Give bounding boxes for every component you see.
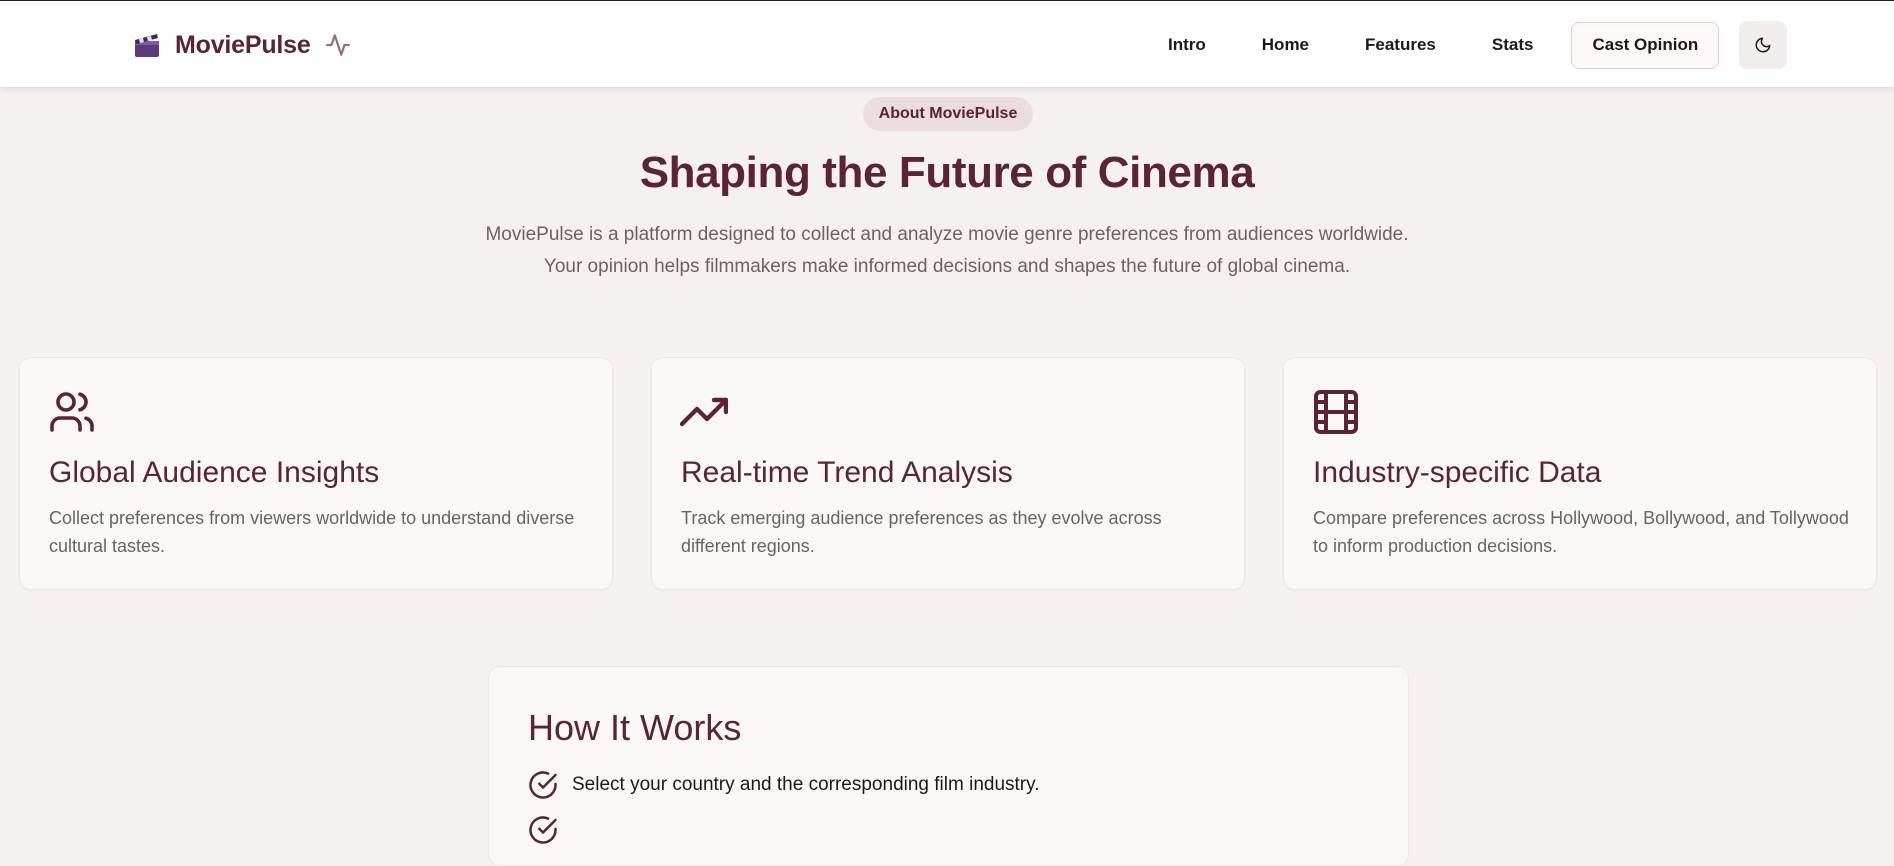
main-nav: Intro Home Features Stats Cast Opinion — [1140, 21, 1788, 69]
moon-icon — [1755, 37, 1771, 53]
feature-description: Track emerging audience preferences as t… — [681, 508, 1162, 556]
page-title: Shaping the Future of Cinema — [639, 148, 1255, 197]
section-badge: About MoviePulse — [863, 97, 1033, 131]
brand[interactable]: MoviePulse — [133, 28, 351, 62]
feature-card-industry-data: Industry-specific Data Compare preferenc… — [1283, 357, 1877, 590]
film-icon — [1314, 390, 1358, 434]
step-text: Select your country and the correspondin… — [572, 774, 1040, 795]
feature-card-trend-analysis: Real-time Trend Analysis Track emerging … — [651, 357, 1245, 590]
nav-link-stats[interactable]: Stats — [1464, 21, 1562, 69]
check-circle-icon — [529, 816, 557, 844]
nav-link-features[interactable]: Features — [1337, 21, 1464, 69]
trending-up-icon — [680, 397, 728, 427]
check-circle-icon — [529, 771, 557, 799]
nav-link-home[interactable]: Home — [1234, 21, 1337, 69]
users-icon — [50, 392, 94, 432]
feature-title: Real-time Trend Analysis — [681, 456, 1013, 489]
about-description: MoviePulse is a platform designed to col… — [485, 224, 1409, 277]
brand-name: MoviePulse — [175, 30, 311, 59]
nav-link-intro[interactable]: Intro — [1140, 21, 1234, 69]
feature-description: Compare preferences across Hollywood, Bo… — [1313, 508, 1849, 556]
clapperboard-icon — [135, 34, 159, 57]
how-it-works-step — [528, 815, 572, 845]
activity-icon — [325, 34, 350, 56]
how-it-works-step: Select your country and the correspondin… — [528, 770, 1040, 800]
feature-description: Collect preferences from viewers worldwi… — [49, 508, 575, 556]
how-it-works-title: How It Works — [528, 707, 742, 748]
feature-title: Global Audience Insights — [49, 456, 380, 489]
site-header: MoviePulse Intro Home Features Stats Cas… — [0, 1, 1894, 87]
cast-opinion-button[interactable]: Cast Opinion — [1571, 21, 1720, 69]
feature-card-global-audience: Global Audience Insights Collect prefere… — [19, 357, 613, 590]
theme-toggle-button[interactable] — [1739, 21, 1788, 69]
feature-title: Industry-specific Data — [1313, 456, 1602, 489]
how-it-works-card: How It Works Select your country and the… — [488, 666, 1409, 866]
